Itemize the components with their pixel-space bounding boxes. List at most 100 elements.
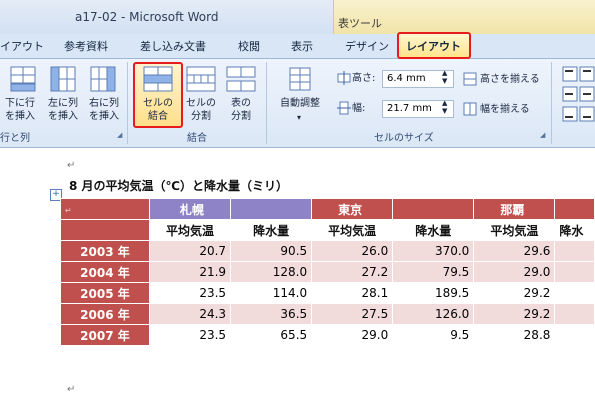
rows-cols-group-label: 行と列 <box>0 133 30 144</box>
city-header-tokyo[interactable]: 東京 <box>311 198 394 220</box>
value-cell[interactable]: 9.5 <box>392 324 475 346</box>
value-cell[interactable]: 65.5 <box>230 324 313 346</box>
year-cell[interactable]: 2007 年 <box>60 324 150 346</box>
tab-review[interactable]: 校閲 <box>238 38 260 54</box>
value-cell[interactable]: 20.7 <box>148 240 232 262</box>
value-cell[interactable]: 126.0 <box>392 303 475 325</box>
tab-references[interactable]: 参考資料 <box>64 38 108 54</box>
data-table[interactable]: ↵ 札幌 東京 那覇 平均気温 降水量 平均気温 降水量 平均気温 降水 200… <box>60 198 595 346</box>
value-cell[interactable]: 189.5 <box>392 282 475 304</box>
value-cell[interactable] <box>554 240 595 262</box>
split-cells-button[interactable]: セルの 分割 <box>180 97 222 123</box>
value-cell[interactable]: 128.0 <box>230 261 313 283</box>
year-cell[interactable]: 2004 年 <box>60 261 150 283</box>
year-cell[interactable]: 2005 年 <box>60 282 150 304</box>
table-tools-label: 表ツール <box>338 17 382 30</box>
subheader-cell[interactable]: 降水量 <box>392 219 475 241</box>
city-header-sapporo-merge-target[interactable] <box>230 198 313 220</box>
split-table-icon <box>226 66 256 92</box>
distribute-rows-icon <box>463 72 477 86</box>
value-cell[interactable] <box>554 261 595 283</box>
value-cell[interactable]: 21.9 <box>148 261 232 283</box>
tab-layout[interactable]: レイアウト <box>406 38 461 54</box>
value-cell[interactable]: 114.0 <box>230 282 313 304</box>
insert-column-right-icon <box>90 66 116 92</box>
cell-size-group-label: セルのサイズ <box>374 133 434 144</box>
value-cell[interactable]: 28.8 <box>473 324 556 346</box>
value-cell[interactable]: 370.0 <box>392 240 475 262</box>
value-cell[interactable]: 23.5 <box>148 282 232 304</box>
value-cell[interactable]: 24.3 <box>148 303 232 325</box>
column-width-icon <box>337 101 351 115</box>
year-cell[interactable]: 2006 年 <box>60 303 150 325</box>
corner-cell[interactable] <box>60 219 150 241</box>
city-header-sapporo[interactable]: 札幌 <box>148 198 232 220</box>
city-header-empty[interactable] <box>392 198 475 220</box>
city-header-empty[interactable] <box>554 198 595 220</box>
split-cells-icon <box>186 66 216 92</box>
table-row: 2003 年 20.7 90.5 26.0 370.0 29.6 <box>60 240 595 262</box>
subheader-cell[interactable]: 平均気温 <box>311 219 394 241</box>
city-header-row: ↵ 札幌 東京 那覇 <box>60 198 595 220</box>
year-cell[interactable]: 2003 年 <box>60 240 150 262</box>
merge-cells-icon <box>143 66 173 92</box>
paragraph-mark: ↵ <box>67 160 76 171</box>
value-cell[interactable] <box>554 324 595 346</box>
column-width-label: 幅: <box>352 103 366 114</box>
distribute-columns-icon <box>463 102 477 116</box>
value-cell[interactable]: 23.5 <box>148 324 232 346</box>
tab-mailings[interactable]: 差し込み文書 <box>140 38 206 54</box>
autofit-icon <box>289 67 311 91</box>
paragraph-mark: ↵ <box>67 384 76 395</box>
row-height-icon <box>337 71 351 85</box>
subheader-cell[interactable]: 降水 <box>554 219 595 241</box>
value-cell[interactable]: 29.2 <box>473 303 556 325</box>
window-title: a17-02 - Microsoft Word <box>75 10 219 24</box>
tab-view[interactable]: 表示 <box>291 38 313 54</box>
value-cell[interactable] <box>554 303 595 325</box>
value-cell[interactable]: 29.0 <box>311 324 394 346</box>
group-separator <box>551 62 552 144</box>
row-height-spinner[interactable]: ▲ ▼ <box>442 69 447 85</box>
autofit-button[interactable]: 自動調整 <box>272 97 328 110</box>
value-cell[interactable]: 36.5 <box>230 303 313 325</box>
group-separator <box>266 62 267 144</box>
subheader-cell[interactable]: 降水量 <box>230 219 313 241</box>
tab-page-layout[interactable]: イアウト <box>0 38 44 54</box>
distribute-columns-button[interactable]: 幅を揃える <box>480 103 530 116</box>
value-cell[interactable] <box>554 282 595 304</box>
insert-column-left-icon <box>50 66 76 92</box>
table-row: 2005 年 23.5 114.0 28.1 189.5 29.2 <box>60 282 595 304</box>
subheader-cell[interactable]: 平均気温 <box>473 219 556 241</box>
insert-row-below-icon <box>10 66 36 92</box>
column-width-spinner[interactable]: ▲ ▼ <box>442 99 447 115</box>
value-cell[interactable]: 27.2 <box>311 261 394 283</box>
value-cell[interactable]: 27.5 <box>311 303 394 325</box>
table-title: 8 月の平均気温（℃）と降水量（ミリ） <box>69 179 289 193</box>
value-cell[interactable]: 29.6 <box>473 240 556 262</box>
value-cell[interactable]: 26.0 <box>311 240 394 262</box>
rows-cols-launcher-icon[interactable]: ◢ <box>117 131 125 139</box>
insert-below-button[interactable]: 下に行 を挿入 <box>0 97 40 123</box>
tab-design[interactable]: デザイン <box>345 38 389 54</box>
subheader-cell[interactable]: 平均気温 <box>148 219 232 241</box>
value-cell[interactable]: 90.5 <box>230 240 313 262</box>
insert-left-button[interactable]: 左に列 を挿入 <box>42 97 84 123</box>
city-header-naha[interactable]: 那覇 <box>473 198 556 220</box>
distribute-rows-button[interactable]: 高さを揃える <box>480 73 540 86</box>
value-cell[interactable]: 28.1 <box>311 282 394 304</box>
table-row: 2004 年 21.9 128.0 27.2 79.5 29.0 <box>60 261 595 283</box>
autofit-dropdown-icon[interactable]: ▾ <box>295 111 303 124</box>
corner-cell[interactable]: ↵ <box>60 198 150 220</box>
split-table-button[interactable]: 表の 分割 <box>220 97 262 123</box>
value-cell[interactable]: 29.2 <box>473 282 556 304</box>
value-cell[interactable]: 29.0 <box>473 261 556 283</box>
value-cell[interactable]: 79.5 <box>392 261 475 283</box>
insert-right-button[interactable]: 右に列 を挿入 <box>83 97 125 123</box>
merge-cells-button[interactable]: セルの 結合 <box>135 97 181 123</box>
cell-size-launcher-icon[interactable]: ◢ <box>540 131 548 139</box>
alignment-grid-icon[interactable] <box>562 66 595 124</box>
merge-group-label: 結合 <box>187 133 207 144</box>
table-row: 2007 年 23.5 65.5 29.0 9.5 28.8 <box>60 324 595 346</box>
table-row: 2006 年 24.3 36.5 27.5 126.0 29.2 <box>60 303 595 325</box>
